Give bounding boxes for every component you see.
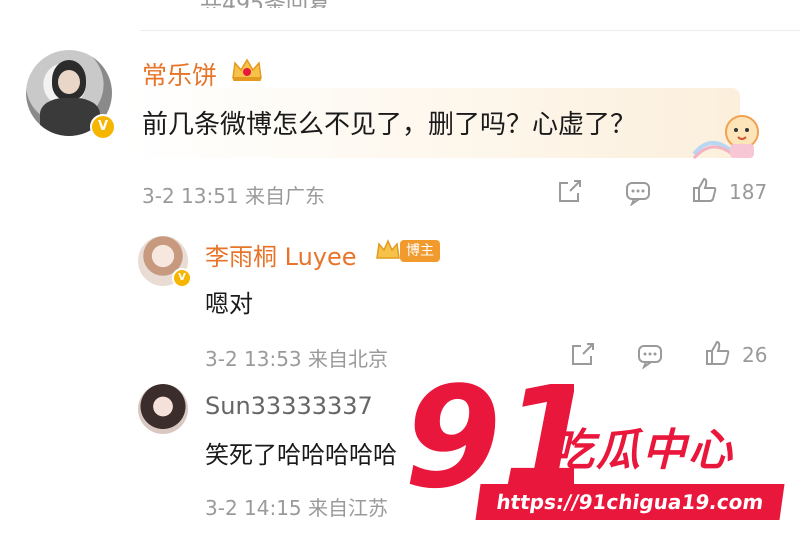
- top-partial-reply-count: 共495条回复: [0, 0, 800, 8]
- reply-meta: 3-2 13:53 来自北京: [205, 343, 388, 372]
- like-count: 187: [729, 180, 768, 204]
- like-count: 26: [742, 343, 768, 367]
- reply-text: 嗯对: [205, 290, 253, 318]
- comment-text: 前几条微博怎么不见了，删了吗？心虚了？: [142, 110, 637, 140]
- reply-time: 3-2 14:15: [205, 496, 302, 520]
- blogger-badge: 博主: [400, 240, 440, 262]
- avatar[interactable]: [138, 384, 188, 434]
- watermark-url: https://91chigua19.com: [475, 484, 785, 520]
- reply-time: 3-2 13:53: [205, 347, 302, 371]
- reply-source: 来自北京: [308, 347, 389, 371]
- divider: [140, 30, 800, 31]
- sticker-icon: [690, 104, 770, 162]
- reply-meta: 3-2 14:15 来自江苏: [205, 492, 388, 521]
- reply-author[interactable]: Sun33333337: [205, 392, 373, 420]
- comment-icon[interactable]: [624, 178, 652, 206]
- watermark-number: 91: [404, 368, 574, 498]
- like-icon[interactable]: [704, 339, 732, 367]
- comment-meta: 3-2 13:51 来自广东: [142, 180, 325, 209]
- watermark-title: 吃瓜中心: [550, 425, 734, 476]
- verified-badge: V: [172, 268, 192, 288]
- reply-author[interactable]: 李雨桐 Luyee: [205, 237, 357, 272]
- like-icon[interactable]: [691, 176, 719, 204]
- crown-icon: [375, 238, 401, 264]
- share-icon[interactable]: [556, 177, 584, 205]
- comment-time: 3-2 13:51: [142, 184, 239, 208]
- share-icon[interactable]: [569, 340, 597, 368]
- comment-author[interactable]: 常乐饼: [142, 56, 217, 92]
- reply-source: 来自江苏: [308, 496, 389, 520]
- comment-source: 来自广东: [245, 184, 326, 208]
- svg-text:91: 91: [404, 368, 574, 498]
- reply-text: 笑死了哈哈哈哈哈: [205, 441, 397, 469]
- comment-icon[interactable]: [636, 341, 664, 369]
- verified-badge: V: [90, 114, 116, 140]
- crown-icon: [230, 56, 264, 82]
